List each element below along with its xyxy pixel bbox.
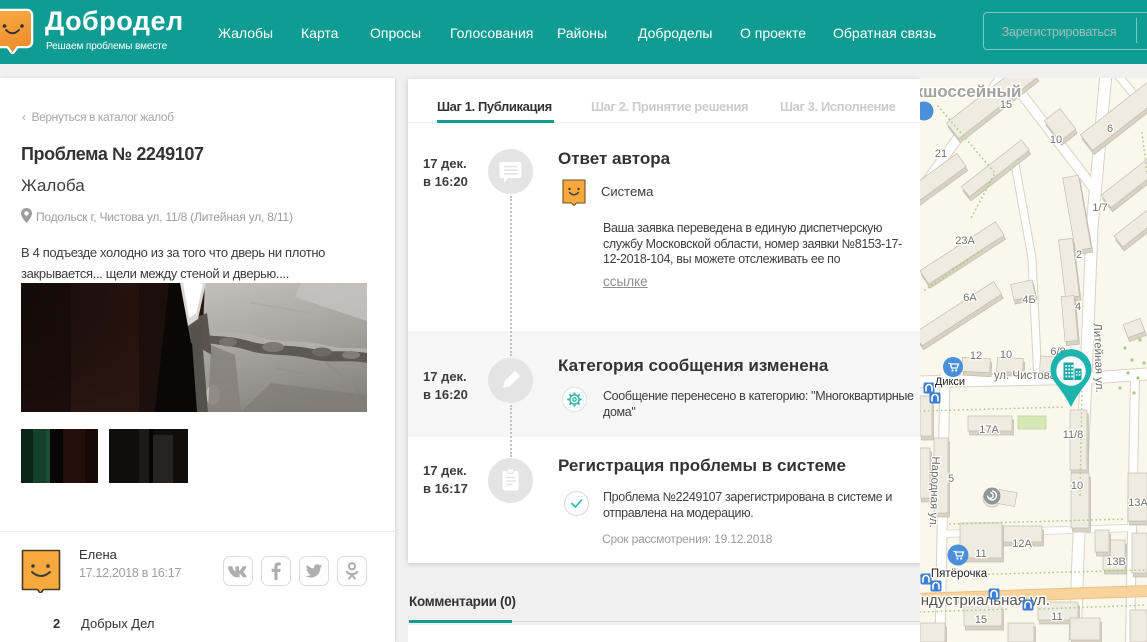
svg-text:4Б: 4Б	[1022, 294, 1035, 306]
svg-text:5: 5	[948, 473, 954, 485]
svg-text:23А: 23А	[955, 235, 975, 247]
svg-text:17А: 17А	[979, 424, 999, 436]
svg-text:15: 15	[975, 614, 987, 626]
svg-text:2: 2	[1076, 249, 1082, 261]
svg-text:кшоссейный: кшоссейный	[920, 82, 1021, 101]
svg-text:21: 21	[935, 148, 947, 160]
svg-text:12А: 12А	[1012, 538, 1032, 550]
svg-text:ул. Чистова: ул. Чистова	[994, 370, 1057, 382]
svg-text:Пятёрочка: Пятёрочка	[931, 568, 988, 580]
svg-text:10: 10	[1000, 349, 1012, 361]
svg-text:Литейная ул.: Литейная ул.	[1091, 323, 1105, 393]
svg-text:12: 12	[970, 350, 982, 362]
svg-text:13В: 13В	[1106, 556, 1126, 568]
svg-text:4: 4	[1075, 301, 1081, 313]
svg-text:10: 10	[1071, 480, 1083, 492]
svg-text:10: 10	[1050, 134, 1062, 146]
svg-text:1/7: 1/7	[1092, 202, 1107, 214]
svg-text:11: 11	[1051, 611, 1062, 623]
svg-text:Дикси: Дикси	[935, 376, 965, 388]
svg-text:6А: 6А	[963, 292, 977, 304]
svg-text:11/8: 11/8	[1063, 429, 1084, 441]
svg-text:11: 11	[975, 548, 986, 560]
svg-text:Народная ул.: Народная ул.	[927, 456, 941, 528]
svg-text:6: 6	[1107, 123, 1113, 135]
svg-text:13А: 13А	[1128, 497, 1147, 509]
